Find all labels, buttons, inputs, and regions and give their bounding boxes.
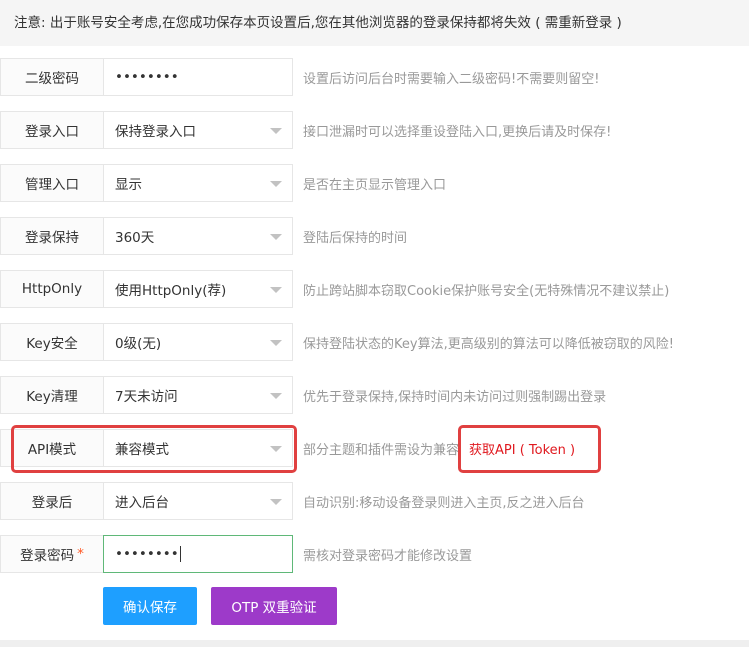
row-secondary-password: 二级密码 •••••••• 设置后访问后台时需要输入二级密码!不需要则留空! [0,58,749,96]
row-login-keep: 登录保持 360天 登陆后保持的时间 [0,217,749,255]
field-label: HttpOnly [0,270,103,308]
after-login-select[interactable]: 进入后台 [103,482,293,520]
chevron-down-icon [270,128,282,134]
field-hint: 登陆后保持的时间 [303,230,408,246]
select-value: 0级(无) [115,336,162,352]
chevron-down-icon [270,181,282,187]
select-value: 7天未访问 [115,389,178,405]
chevron-down-icon [270,287,282,293]
row-httponly: HttpOnly 使用HttpOnly(荐) 防止跨站脚本窃取Cookie保护账… [0,270,749,308]
admin-entry-select[interactable]: 显示 [103,164,293,202]
field-hint: 自动识别:移动设备登录则进入主页,反之进入后台 [303,495,585,511]
field-label: Key安全 [0,323,103,361]
chevron-down-icon [270,393,282,399]
row-admin-entry: 管理入口 显示 是否在主页显示管理入口 [0,164,749,202]
api-hint-text: 部分主题和插件需设为兼容 [303,442,460,458]
row-login-password: 登录密码 * •••••••• 需核对登录密码才能修改设置 [0,535,749,573]
otp-button[interactable]: OTP 双重验证 [211,587,337,625]
field-hint: 是否在主页显示管理入口 [303,177,447,193]
highlight-box-api-mode [11,425,297,473]
login-password-input[interactable]: •••••••• [103,535,293,573]
highlight-box-api-link [458,425,601,473]
row-key-security: Key安全 0级(无) 保持登陆状态的Key算法,更高级别的算法可以降低被窃取的… [0,323,749,361]
key-security-select[interactable]: 0级(无) [103,323,293,361]
bottom-divider [0,640,749,647]
field-label: 登录后 [0,482,103,520]
select-value: 360天 [115,230,155,246]
login-entry-select[interactable]: 保持登录入口 [103,111,293,149]
select-value: 进入后台 [115,495,169,511]
chevron-down-icon [270,234,282,240]
row-key-cleanup: Key清理 7天未访问 优先于登录保持,保持时间内未访问过则强制踢出登录 [0,376,749,414]
password-mask: •••••••• [115,69,179,85]
login-keep-select[interactable]: 360天 [103,217,293,255]
required-mark: * [77,546,84,562]
security-notice: 注意: 出于账号安全考虑,在您成功保存本页设置后,您在其他浏览器的登录保持都将失… [0,0,749,46]
select-value: 保持登录入口 [115,124,196,140]
secondary-password-input[interactable]: •••••••• [103,58,293,96]
field-hint: 防止跨站脚本窃取Cookie保护账号安全(无特殊情况不建议禁止) [303,283,670,299]
field-label: 二级密码 [0,58,103,96]
chevron-down-icon [270,340,282,346]
select-value: 显示 [115,177,142,193]
httponly-select[interactable]: 使用HttpOnly(荐) [103,270,293,308]
password-mask: •••••••• [115,546,179,562]
field-hint: 接口泄漏时可以选择重设登陆入口,更换后请及时保存! [303,124,612,140]
save-button[interactable]: 确认保存 [103,587,197,625]
field-hint: 保持登陆状态的Key算法,更高级别的算法可以降低被窃取的风险! [303,336,674,352]
field-label: Key清理 [0,376,103,414]
field-label: 登录入口 [0,111,103,149]
key-cleanup-select[interactable]: 7天未访问 [103,376,293,414]
field-hint: 设置后访问后台时需要输入二级密码!不需要则留空! [303,71,600,87]
select-value: 使用HttpOnly(荐) [115,283,227,299]
field-label: 登录密码 * [0,535,103,573]
field-hint: 优先于登录保持,保持时间内未访问过则强制踢出登录 [303,389,607,405]
field-hint: 需核对登录密码才能修改设置 [303,548,473,564]
text-cursor [179,546,181,562]
label-text: 登录密码 [20,548,75,564]
notice-text: 注意: 出于账号安全考虑,在您成功保存本页设置后,您在其他浏览器的登录保持都将失… [14,15,622,31]
row-login-entry: 登录入口 保持登录入口 接口泄漏时可以选择重设登陆入口,更换后请及时保存! [0,111,749,149]
field-label: 登录保持 [0,217,103,255]
row-after-login: 登录后 进入后台 自动识别:移动设备登录则进入主页,反之进入后台 [0,482,749,520]
chevron-down-icon [270,499,282,505]
field-label: 管理入口 [0,164,103,202]
